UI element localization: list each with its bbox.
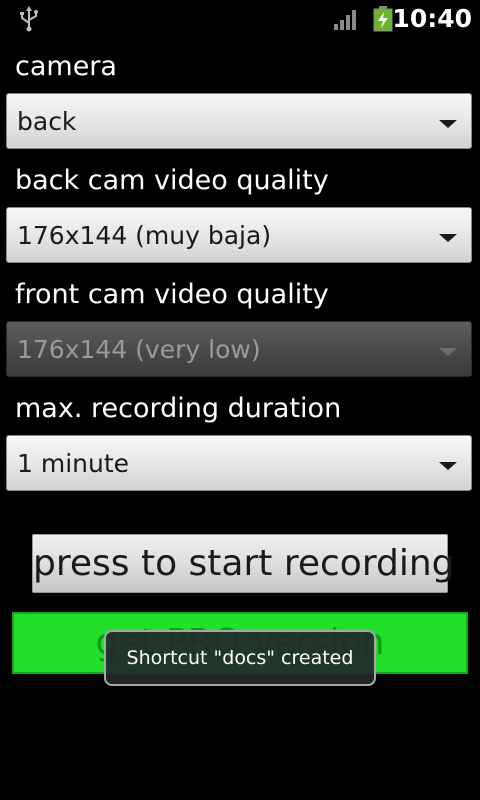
dropdown-arrow-icon — [439, 234, 457, 242]
toast-message: Shortcut "docs" created — [104, 630, 376, 686]
duration-label: max. recording duration — [15, 393, 342, 424]
back-quality-spinner-value: 176x144 (muy baja) — [17, 221, 272, 250]
back-quality-spinner[interactable]: 176x144 (muy baja) — [6, 207, 472, 263]
camera-spinner-value: back — [17, 107, 77, 136]
signal-icon — [334, 10, 356, 30]
front-quality-label: front cam video quality — [15, 279, 329, 310]
back-quality-label: back cam video quality — [15, 165, 329, 196]
start-recording-button[interactable]: press to start recording — [32, 534, 455, 593]
front-quality-spinner: 176x144 (very low) — [6, 321, 472, 377]
status-clock: 10:40 — [392, 4, 472, 33]
duration-spinner[interactable]: 1 minute — [6, 435, 472, 491]
usb-icon — [20, 6, 38, 32]
dropdown-arrow-icon — [439, 120, 457, 128]
battery-charging-icon — [373, 6, 393, 32]
camera-spinner[interactable]: back — [6, 93, 472, 149]
status-bar: 10:40 — [0, 0, 480, 38]
dropdown-arrow-icon — [439, 462, 457, 470]
camera-label: camera — [15, 51, 117, 82]
front-quality-spinner-value: 176x144 (very low) — [17, 335, 261, 364]
duration-spinner-value: 1 minute — [17, 449, 130, 478]
dropdown-arrow-icon — [439, 348, 457, 356]
